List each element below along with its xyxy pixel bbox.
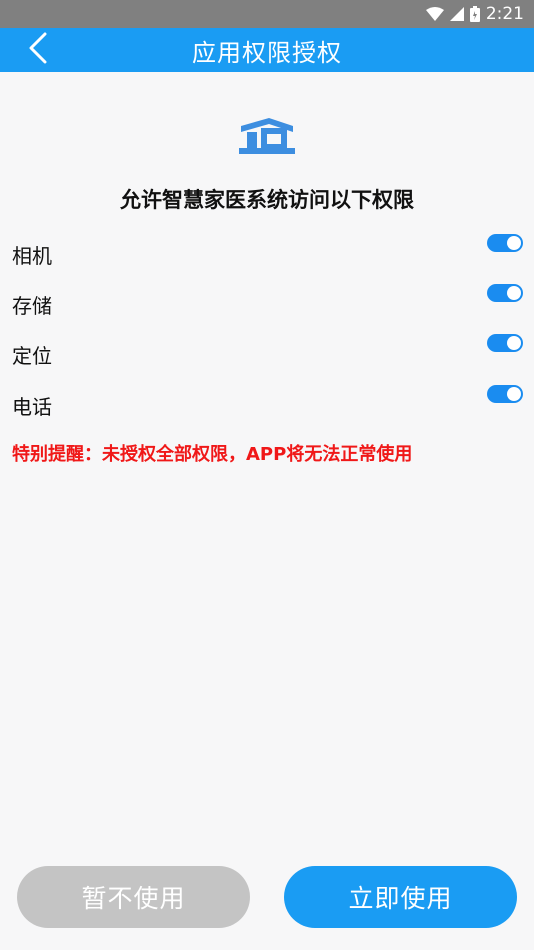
- phone-toggle[interactable]: [487, 385, 523, 403]
- permission-row-location: 定位: [0, 334, 534, 374]
- status-time: 2:21: [485, 4, 524, 24]
- warning-text: 特别提醒：未授权全部权限，APP将无法正常使用: [12, 444, 413, 465]
- chevron-left-icon: [28, 32, 48, 68]
- camera-toggle[interactable]: [487, 234, 523, 252]
- signal-icon: [449, 7, 464, 21]
- page-title: 应用权限授权: [192, 38, 342, 67]
- status-bar: 2:21: [0, 0, 534, 28]
- storage-toggle[interactable]: [487, 284, 523, 302]
- toggle-knob: [507, 236, 521, 250]
- wifi-icon: [425, 7, 444, 21]
- permission-row-storage: 存储: [0, 284, 534, 324]
- house-logo-icon: [239, 112, 295, 158]
- permission-heading: 允许智慧家医系统访问以下权限: [120, 188, 414, 212]
- permission-label: 相机: [12, 244, 52, 268]
- permission-row-phone: 电话: [0, 385, 534, 425]
- location-toggle[interactable]: [487, 334, 523, 352]
- permission-label: 定位: [12, 344, 52, 368]
- permission-label: 存储: [12, 294, 52, 318]
- toggle-knob: [507, 387, 521, 401]
- battery-icon: [469, 6, 480, 22]
- toggle-knob: [507, 336, 521, 350]
- toggle-knob: [507, 286, 521, 300]
- app-header: 应用权限授权: [0, 28, 534, 72]
- accept-button[interactable]: 立即使用: [284, 866, 517, 928]
- back-button[interactable]: [20, 32, 56, 68]
- permission-row-camera: 相机: [0, 234, 534, 274]
- permission-label: 电话: [12, 395, 52, 419]
- deny-button[interactable]: 暂不使用: [17, 866, 250, 928]
